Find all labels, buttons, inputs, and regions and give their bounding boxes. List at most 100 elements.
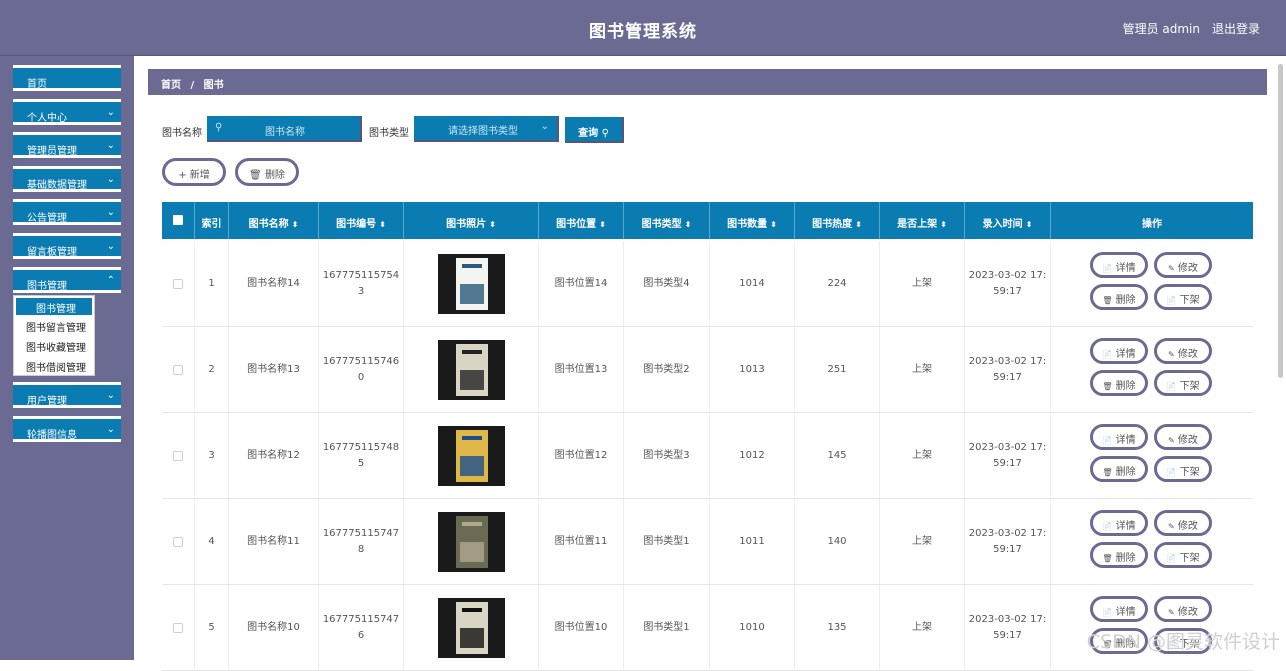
cell-index: 1: [195, 241, 229, 326]
time-line: 59:17: [993, 628, 1022, 644]
detail-button[interactable]: 📄 详情: [1090, 510, 1148, 536]
batch-delete-button[interactable]: 🗑 删除: [235, 158, 299, 186]
chevron-down-icon: ⌄: [107, 390, 115, 401]
document-icon: 📄: [1166, 554, 1176, 563]
row-checkbox[interactable]: [173, 451, 183, 461]
plus-icon: +: [178, 170, 186, 181]
page-scrollbar[interactable]: [1278, 64, 1283, 378]
offshelf-button[interactable]: 📄 下架: [1154, 542, 1212, 568]
chevron-down-icon: ⌄: [107, 424, 115, 435]
code-line: 5: [358, 456, 364, 472]
detail-button[interactable]: 📄 详情: [1090, 252, 1148, 278]
col-heat[interactable]: 图书热度⬍: [795, 202, 880, 239]
search-icon: ⚲: [602, 128, 609, 139]
edit-button[interactable]: ✎ 修改: [1154, 252, 1212, 278]
submenu-item-book-messages[interactable]: 图书留言管理: [14, 315, 94, 335]
book-cover-image: [438, 340, 505, 400]
book-cover-image: [438, 426, 505, 486]
col-time[interactable]: 录入时间⬍: [965, 202, 1051, 239]
cell-position: 图书位置14: [539, 241, 624, 326]
cell-shelf: 上架: [880, 327, 965, 412]
offshelf-button-label: 下架: [1176, 381, 1199, 392]
sidebar-item-admins[interactable]: 管理员管理⌄: [13, 132, 121, 158]
sort-icon: ⬍: [855, 220, 862, 229]
col-position[interactable]: 图书位置⬍: [539, 202, 624, 239]
sidebar-item-users[interactable]: 用户管理⌄: [13, 382, 121, 408]
pencil-icon: ✎: [1168, 350, 1175, 359]
sort-icon: ⬍: [292, 220, 299, 229]
row-checkbox[interactable]: [173, 365, 183, 375]
logout-link[interactable]: 退出登录: [1212, 20, 1260, 37]
sort-icon: ⬍: [770, 220, 777, 229]
cell-code: 1677751157543: [319, 241, 404, 326]
trash-icon: 🗑: [249, 170, 262, 181]
sidebar-item-carousel[interactable]: 轮播图信息⌄: [13, 416, 121, 442]
row-checkbox[interactable]: [173, 279, 183, 289]
submenu-item-book-borrow[interactable]: 图书借阅管理: [14, 355, 94, 375]
pencil-icon: ✎: [1168, 608, 1175, 617]
col-count[interactable]: 图书数量⬍: [710, 202, 795, 239]
code-line: 3: [358, 284, 364, 300]
detail-button-label: 详情: [1112, 263, 1135, 274]
cell-shelf: 上架: [880, 241, 965, 326]
cell-index: 4: [195, 499, 229, 584]
sidebar-item-books[interactable]: 图书管理⌃: [13, 267, 121, 293]
col-name[interactable]: 图书名称⬍: [229, 202, 319, 239]
chevron-down-icon: ⌄: [107, 241, 115, 252]
select-all-checkbox[interactable]: [162, 202, 195, 239]
table-header: 索引 图书名称⬍ 图书编号⬍ 图书照片⬍ 图书位置⬍ 图书类型⬍ 图书数量⬍ 图…: [162, 202, 1253, 239]
col-code[interactable]: 图书编号⬍: [319, 202, 404, 239]
add-button[interactable]: + 新增: [162, 158, 226, 186]
cell-count: 1012: [710, 413, 795, 498]
sidebar-item-home[interactable]: 首页: [13, 65, 121, 91]
submenu-item-books[interactable]: 图书管理: [16, 298, 92, 315]
col-type[interactable]: 图书类型⬍: [624, 202, 710, 239]
row-checkbox[interactable]: [173, 537, 183, 547]
search-icon: ⚲: [215, 122, 222, 133]
sidebar-item-label: 个人中心: [27, 113, 67, 124]
sidebar-item-profile[interactable]: 个人中心⌄: [13, 99, 121, 125]
col-index: 索引: [195, 202, 229, 239]
edit-button[interactable]: ✎ 修改: [1154, 596, 1212, 622]
row-delete-button[interactable]: 🗑 删除: [1090, 542, 1148, 568]
query-button[interactable]: 查询 ⚲: [565, 117, 624, 143]
edit-button[interactable]: ✎ 修改: [1154, 338, 1212, 364]
offshelf-button[interactable]: 📄 下架: [1154, 370, 1212, 396]
cell-time: 2023-03-02 17:59:17: [965, 499, 1051, 584]
detail-button-label: 详情: [1112, 435, 1135, 446]
offshelf-button[interactable]: 📄 下架: [1154, 456, 1212, 482]
breadcrumb-home[interactable]: 首页: [161, 80, 181, 91]
cell-select: [162, 499, 195, 584]
row-delete-button[interactable]: 🗑 删除: [1090, 284, 1148, 310]
book-cover-image: [438, 254, 505, 314]
detail-button[interactable]: 📄 详情: [1090, 596, 1148, 622]
detail-button[interactable]: 📄 详情: [1090, 424, 1148, 450]
book-type-select[interactable]: 请选择图书类型 ⌄: [414, 116, 559, 142]
sidebar-item-notices[interactable]: 公告管理⌄: [13, 199, 121, 225]
edit-button[interactable]: ✎ 修改: [1154, 424, 1212, 450]
row-checkbox[interactable]: [173, 623, 183, 633]
admin-label: 管理员 admin: [1123, 20, 1200, 37]
cell-select: [162, 585, 195, 670]
row-delete-button[interactable]: 🗑 删除: [1090, 456, 1148, 482]
sidebar-item-messages[interactable]: 留言板管理⌄: [13, 233, 121, 259]
document-icon: 📄: [1166, 382, 1176, 391]
sidebar-item-basedata[interactable]: 基础数据管理⌄: [13, 166, 121, 192]
book-name-input[interactable]: ⚲ 图书名称: [207, 116, 362, 142]
sidebar-item-label: 图书管理: [27, 281, 67, 292]
detail-button[interactable]: 📄 详情: [1090, 338, 1148, 364]
col-photo[interactable]: 图书照片⬍: [404, 202, 539, 239]
edit-button-label: 修改: [1175, 521, 1198, 532]
offshelf-button[interactable]: 📄 下架: [1154, 284, 1212, 310]
submenu-item-book-favorites[interactable]: 图书收藏管理: [14, 335, 94, 355]
code-line: 167775115748: [323, 440, 399, 456]
time-line: 2023-03-02 17:: [969, 354, 1046, 370]
time-line: 2023-03-02 17:: [969, 612, 1046, 628]
edit-button[interactable]: ✎ 修改: [1154, 510, 1212, 536]
book-type-label: 图书类型: [369, 124, 409, 139]
trash-icon: 🗑: [1102, 382, 1112, 391]
col-shelf[interactable]: 是否上架⬍: [880, 202, 965, 239]
cell-shelf: 上架: [880, 413, 965, 498]
cell-code: 1677751157478: [319, 499, 404, 584]
row-delete-button[interactable]: 🗑 删除: [1090, 370, 1148, 396]
